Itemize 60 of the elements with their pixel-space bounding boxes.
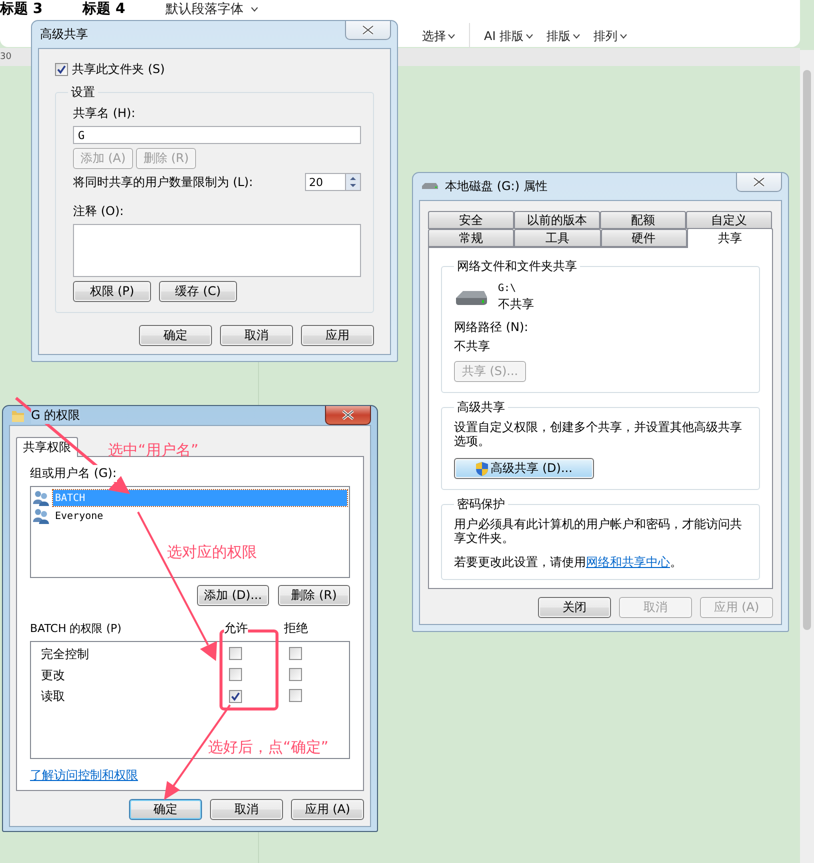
group-description: 用户必须具有此计算机的用户帐户和密码，才能访问共享文件夹。 <box>454 517 743 545</box>
field-label: 组或用户名 (G): <box>30 465 117 482</box>
field-label: 将同时共享的用户数量限制为 (L): <box>73 174 253 190</box>
share-status: 不共享 <box>498 296 534 313</box>
help-link[interactable]: 了解访问控制和权限 <box>30 767 138 784</box>
style-preset[interactable]: 标题 4 <box>82 0 126 18</box>
tab[interactable]: 自定义 <box>686 211 772 229</box>
drive-path: G:\ <box>498 283 518 294</box>
field-label: 注释 (O): <box>73 203 125 220</box>
user-limit-field[interactable]: 20 <box>305 173 345 191</box>
window-title: 本地磁盘 (G:) 属性 <box>445 178 548 195</box>
tab[interactable]: 以前的版本 <box>514 211 600 229</box>
annotation-note: 选中“用户名” <box>108 441 199 460</box>
tab[interactable]: 安全 <box>428 211 514 229</box>
dialog-button[interactable]: 应用 <box>301 325 374 346</box>
settings-hint: 若要更改此设置，请使用网络和共享中心。 <box>454 555 683 569</box>
annotation-note: 选对应的权限 <box>167 543 257 562</box>
permission-name: 更改 <box>41 667 66 684</box>
dialog-button[interactable]: 取消 <box>210 799 283 820</box>
permission-name: 读取 <box>41 688 66 705</box>
tab[interactable]: 共享权限 <box>16 437 78 457</box>
ribbon-menu[interactable]: AI 排版 <box>484 28 533 44</box>
ribbon-menu[interactable]: 排版 <box>546 28 580 44</box>
window-title: 高级共享 <box>40 26 88 43</box>
network-center-link[interactable]: 网络和共享中心 <box>586 555 670 569</box>
field-label: 共享名 (H): <box>73 105 136 122</box>
field-label: 网络路径 (N): <box>454 319 530 336</box>
group-title: 密码保护 <box>456 496 506 513</box>
permission-name: 完全控制 <box>41 646 90 663</box>
action-button[interactable]: 添加 (D)... <box>197 585 269 606</box>
group-title: 网络文件和文件夹共享 <box>456 258 578 275</box>
advanced-sharing-button[interactable]: 高级共享 (D)... <box>454 458 594 479</box>
tab[interactable]: 共享 <box>686 228 773 248</box>
ribbon-menu[interactable]: 选择 <box>422 28 455 44</box>
dialog-button[interactable]: 确定 <box>129 799 202 820</box>
group-description: 设置自定义权限，创建多个共享，并设置其他高级共享选项。 <box>454 420 743 448</box>
checkbox-label: 共享此文件夹 (S) <box>72 61 165 78</box>
dialog-button[interactable]: 取消 <box>220 325 293 346</box>
network-path: 不共享 <box>454 338 491 355</box>
share-name-field[interactable]: G <box>73 126 361 144</box>
dialog-button[interactable]: 应用 (A) <box>291 799 364 820</box>
action-button[interactable]: 缓存 (C) <box>159 281 237 302</box>
tab[interactable]: 常规 <box>428 229 514 247</box>
tab[interactable]: 硬件 <box>600 229 687 247</box>
ruler-number: 30 <box>0 52 12 62</box>
window-title: G 的权限 <box>31 407 80 424</box>
dialog-button[interactable]: 确定 <box>139 325 212 346</box>
tab[interactable]: 工具 <box>514 229 600 247</box>
tab[interactable]: 配额 <box>600 211 686 229</box>
annotation-note: 选好后，点“确定” <box>208 738 329 757</box>
ribbon-menu[interactable]: 排列 <box>594 28 627 44</box>
group-title: 设置 <box>70 84 96 101</box>
column-header: 拒绝 <box>284 620 308 637</box>
user-item[interactable]: Everyone <box>53 508 104 524</box>
action-button[interactable]: 删除 (R) <box>278 585 350 606</box>
action-button[interactable]: 权限 (P) <box>73 281 151 302</box>
group-title: 高级共享 <box>456 399 506 416</box>
font-dropdown[interactable]: 默认段落字体 <box>165 0 258 18</box>
dialog-button[interactable]: 关闭 <box>538 597 611 618</box>
permissions-label: BATCH 的权限 (P) <box>30 621 122 636</box>
